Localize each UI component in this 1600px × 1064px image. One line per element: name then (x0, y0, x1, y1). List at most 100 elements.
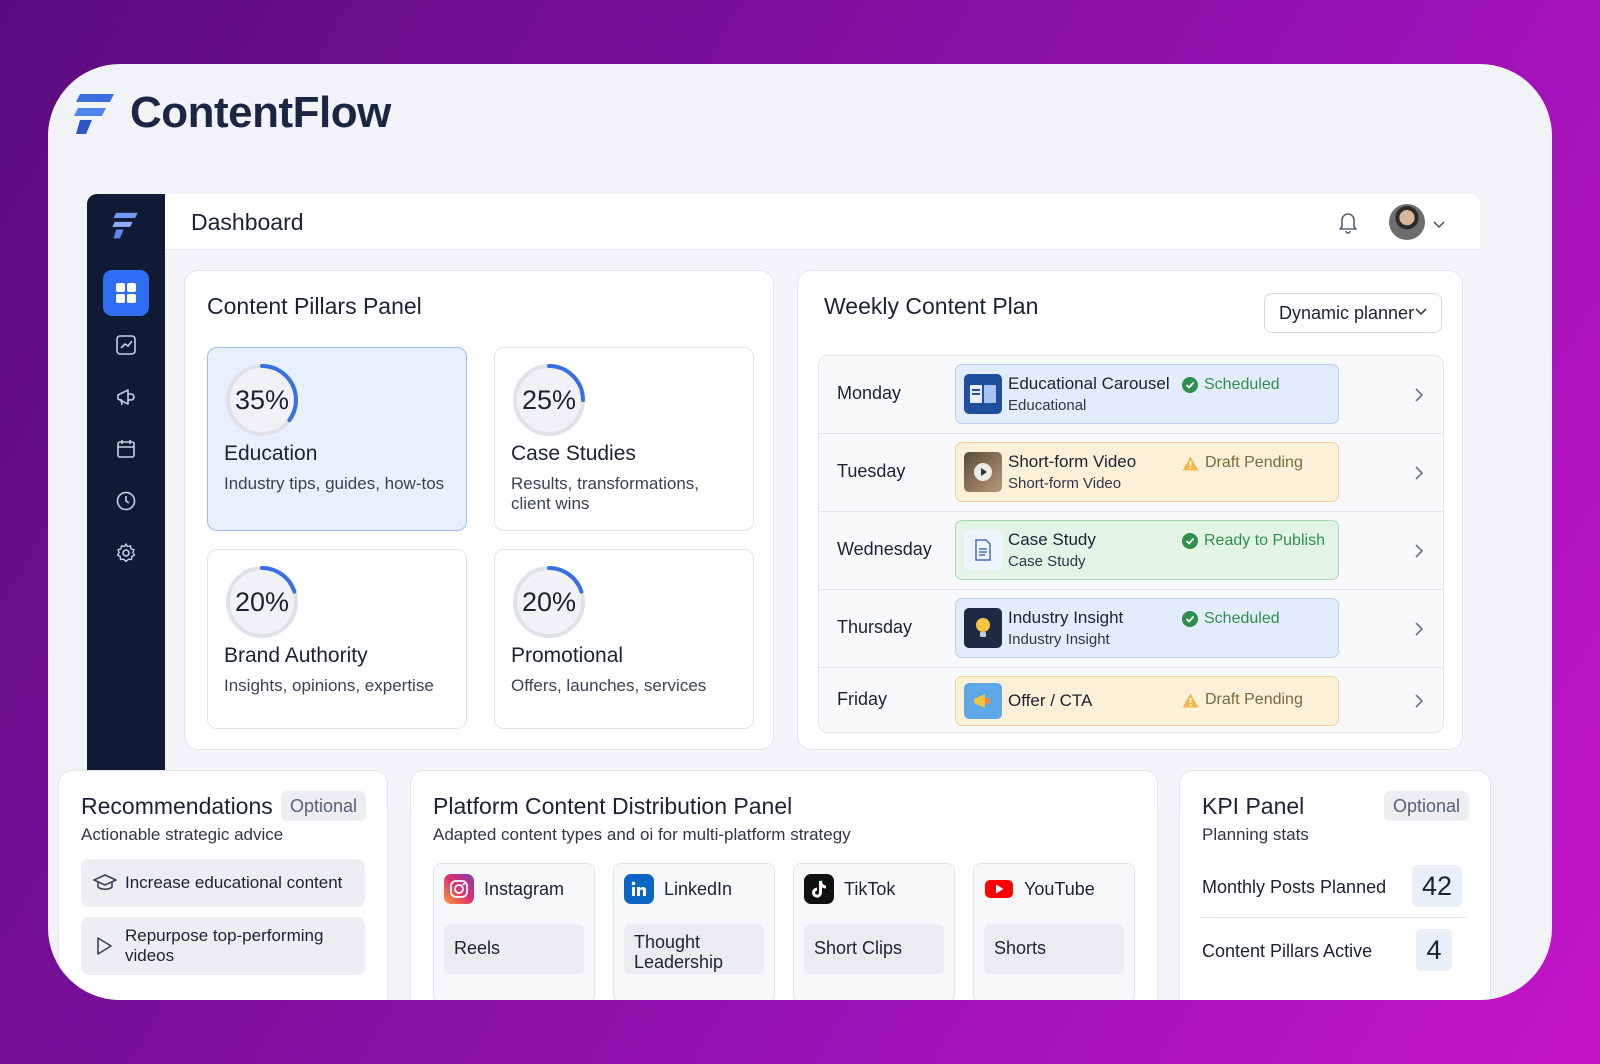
contentflow-logo-icon (74, 94, 114, 134)
platform-card-tiktok[interactable]: TikTok Short Clips (793, 863, 955, 1000)
content-card[interactable]: Industry Insight Industry Insight Schedu… (955, 598, 1339, 658)
status-text: Ready to Publish (1204, 532, 1325, 549)
lightbulb-icon (964, 608, 1002, 648)
pillar-description: Industry tips, guides, how-tos (224, 474, 445, 493)
chevron-right-icon[interactable] (1415, 544, 1423, 558)
recommendations-panel: Recommendations Optional Actionable stra… (58, 770, 388, 1000)
carousel-thumbnail-icon (964, 374, 1002, 414)
chevron-right-icon[interactable] (1415, 388, 1423, 402)
calendar-icon (117, 440, 135, 458)
megaphone-icon (964, 683, 1002, 719)
dashboard-icon (116, 283, 136, 303)
pillar-percent: 25% (521, 384, 577, 415)
sidebar-item-settings[interactable] (103, 530, 149, 576)
content-card-type: Short-form Video (1008, 475, 1122, 492)
status-text: Draft Pending (1205, 691, 1303, 708)
recommendation-text: Repurpose top-performing videos (125, 926, 324, 965)
check-circle-icon (1182, 611, 1198, 627)
sidebar-item-dashboard[interactable] (103, 270, 149, 316)
account-menu-button[interactable] (1433, 216, 1445, 234)
content-card-type: Educational (1008, 397, 1087, 414)
page-title: Dashboard (191, 209, 304, 235)
status-badge: Draft Pending (1182, 691, 1303, 709)
content-card[interactable]: Offer / CTA Draft Pending (955, 676, 1339, 726)
chevron-right-icon[interactable] (1415, 694, 1423, 708)
platform-content-type: Shorts (984, 924, 1124, 974)
platform-distribution-panel: Platform Content Distribution Panel Adap… (410, 770, 1158, 1000)
brand-header: ContentFlow (72, 88, 391, 138)
platform-card-linkedin[interactable]: LinkedIn Thought Leadership (613, 863, 775, 1000)
gear-icon (116, 543, 136, 563)
optional-badge: Optional (1384, 791, 1470, 821)
pillar-card-case-studies[interactable]: 25% Case Studies Results, transformation… (494, 347, 754, 531)
platform-card-youtube[interactable]: YouTube Shorts (973, 863, 1135, 1000)
kpi-label: Monthly Posts Planned (1202, 877, 1387, 897)
avatar[interactable] (1389, 204, 1425, 240)
schedule-row-tuesday[interactable]: Tuesday Short-form Video Short-form Vide… (819, 434, 1443, 512)
youtube-icon (984, 874, 1014, 904)
planner-dropdown-value: Dynamic planner (1279, 303, 1415, 323)
sidebar-item-campaigns[interactable] (103, 374, 149, 420)
platform-name: LinkedIn (664, 878, 733, 899)
pillar-description: Offers, launches, services (511, 676, 707, 695)
schedule-row-friday[interactable]: Friday Offer / CTA Draft Pending (819, 668, 1443, 732)
check-circle-icon (1182, 377, 1198, 393)
pillar-name: Case Studies (511, 442, 636, 465)
schedule-row-monday[interactable]: Monday Educational Carousel Educational … (819, 356, 1443, 434)
instagram-icon (444, 874, 474, 904)
kpi-label: Content Pillars Active (1202, 941, 1373, 961)
planner-dropdown[interactable]: Dynamic planner (1264, 293, 1442, 333)
pillar-name: Brand Authority (224, 644, 368, 667)
schedule-row-wednesday[interactable]: Wednesday Case Study Case Study Ready to… (819, 512, 1443, 590)
status-text: Draft Pending (1205, 454, 1303, 471)
pillar-percent: 20% (234, 586, 290, 617)
recommendation-item[interactable]: Increase educational content (81, 859, 365, 907)
platform-name: TikTok (844, 878, 896, 899)
graduation-cap-icon (93, 874, 117, 891)
platform-content-type: Short Clips (804, 924, 944, 974)
weekly-content-plan-panel: Weekly Content Plan Dynamic planner Mond… (797, 270, 1463, 750)
chevron-down-icon (1433, 221, 1445, 229)
platform-content-type: Reels (444, 924, 584, 974)
sidebar-item-analytics[interactable] (103, 322, 149, 368)
pillar-description: Results, transformations, client wins (511, 474, 700, 513)
recommendations-subtitle: Actionable strategic advice (81, 825, 284, 844)
status-badge: Draft Pending (1182, 454, 1303, 472)
platform-distribution-title: Platform Content Distribution Panel (433, 793, 793, 819)
platform-name: Instagram (484, 878, 565, 899)
day-label: Tuesday (837, 461, 906, 481)
content-card-title: Educational Carousel (1008, 374, 1170, 393)
chevron-right-icon[interactable] (1415, 622, 1423, 636)
kpi-subtitle: Planning stats (1202, 825, 1309, 844)
platform-card-instagram[interactable]: Instagram Reels (433, 863, 595, 1000)
content-card[interactable]: Educational Carousel Educational Schedul… (955, 364, 1339, 424)
pillar-card-education[interactable]: 35% Education Industry tips, guides, how… (207, 347, 467, 531)
kpi-value: 4 (1416, 929, 1452, 971)
schedule-row-thursday[interactable]: Thursday Industry Insight Industry Insig… (819, 590, 1443, 668)
day-label: Thursday (837, 617, 913, 637)
sidebar-item-history[interactable] (103, 478, 149, 524)
sidebar-item-calendar[interactable] (103, 426, 149, 472)
divider (1202, 917, 1466, 918)
platform-distribution-subtitle: Adapted content types and oi for multi-p… (433, 825, 851, 844)
pillar-percent: 20% (521, 586, 577, 617)
warning-icon (1182, 693, 1199, 707)
pillar-card-promotional[interactable]: 20% Promotional Offers, launches, servic… (494, 549, 754, 729)
content-card-type: Case Study (1008, 553, 1086, 570)
content-card-type: Industry Insight (1008, 631, 1110, 648)
check-circle-icon (1182, 533, 1198, 549)
pillar-card-brand-authority[interactable]: 20% Brand Authority Insights, opinions, … (207, 549, 467, 729)
linkedin-icon (624, 874, 654, 904)
megaphone-icon (117, 389, 135, 406)
sidebar-logo-icon[interactable] (111, 210, 139, 245)
kpi-value: 42 (1412, 865, 1462, 907)
notifications-button[interactable] (1337, 210, 1359, 239)
day-label: Monday (837, 383, 902, 403)
content-card[interactable]: Case Study Case Study Ready to Publish (955, 520, 1339, 580)
chevron-down-icon (1415, 308, 1427, 316)
chevron-right-icon[interactable] (1415, 466, 1423, 480)
recommendation-item[interactable]: Repurpose top-performing videos (81, 917, 365, 975)
content-card[interactable]: Short-form Video Short-form Video Draft … (955, 442, 1339, 502)
status-text: Scheduled (1204, 610, 1280, 627)
content-pillars-title: Content Pillars Panel (207, 293, 422, 319)
